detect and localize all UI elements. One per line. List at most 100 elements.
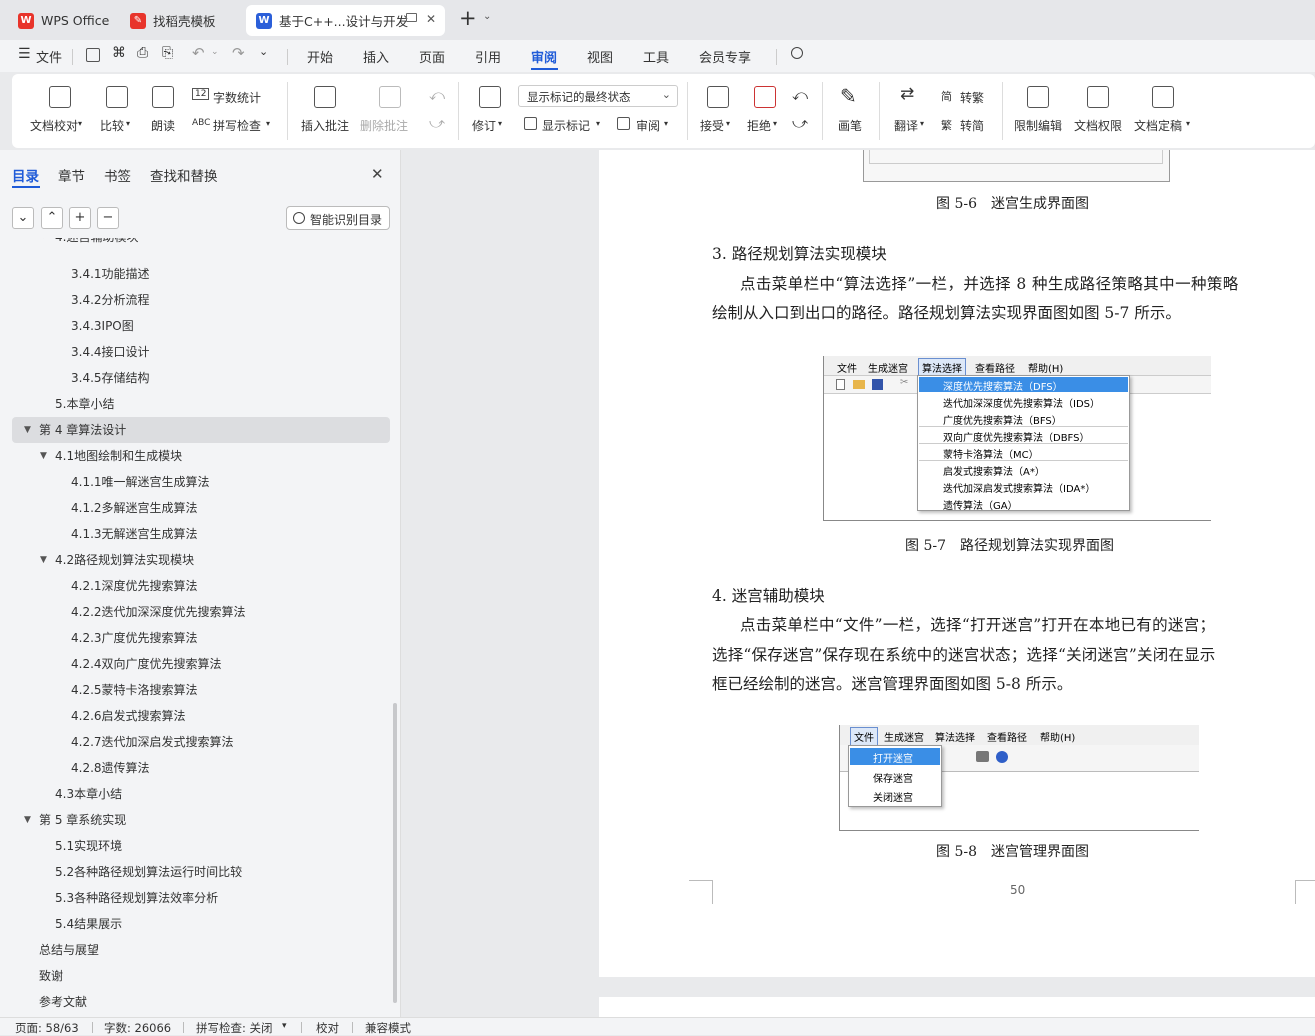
accept-button[interactable]: 接受 xyxy=(700,117,724,134)
toc-item[interactable]: 3.4.4接口设计 xyxy=(0,339,395,365)
doc-check-icon[interactable] xyxy=(49,86,71,108)
tab-docer-template[interactable]: ✎ 找稻壳模板 xyxy=(120,5,240,36)
reject-icon[interactable] xyxy=(754,86,776,108)
toc-item[interactable]: 总结与展望 xyxy=(0,937,395,963)
revise-icon[interactable] xyxy=(479,86,501,108)
status-proofread[interactable]: 校对 xyxy=(316,1020,339,1036)
prev-change-icon[interactable]: ⤺ xyxy=(792,86,808,104)
to-traditional-button[interactable]: 转繁 xyxy=(960,89,984,106)
menu-page[interactable]: 页面 xyxy=(419,47,445,66)
expand-down-button[interactable]: ⌄ xyxy=(12,207,34,229)
chevron-down-icon[interactable]: ▾ xyxy=(282,1021,287,1031)
pen-icon[interactable]: ✎ xyxy=(840,84,857,108)
reject-button[interactable]: 拒绝 xyxy=(747,117,771,134)
chevron-down-icon[interactable]: ⌄ xyxy=(211,47,219,57)
toc-item[interactable]: 致谢 xyxy=(0,963,395,989)
to-simplified-button[interactable]: 转简 xyxy=(960,117,984,134)
toc-item[interactable]: 4.2.6启发式搜索算法 xyxy=(0,703,395,729)
add-level-button[interactable]: + xyxy=(69,207,91,229)
status-spell-check[interactable]: 拼写检查: 关闭 xyxy=(196,1020,273,1036)
tab-toc[interactable]: 目录 xyxy=(12,165,39,185)
toc-item-partial[interactable]: ▼ 4.迷宫辅助模块 xyxy=(0,238,395,249)
doc-check-button[interactable]: 文档校对 xyxy=(30,117,78,134)
menu-vip[interactable]: 会员专享 xyxy=(699,47,751,66)
toc-item[interactable]: 5.1实现环境 xyxy=(0,833,395,859)
next-comment-icon[interactable]: ⤻ xyxy=(429,114,445,132)
toc-item[interactable]: ▼ 4.1地图绘制和生成模块 xyxy=(0,443,395,469)
spell-check-button[interactable]: 拼写检查 xyxy=(213,117,261,134)
expand-triangle-icon[interactable]: ▼ xyxy=(24,807,31,833)
delete-comment-icon[interactable] xyxy=(379,86,401,108)
toc-item[interactable]: 3.4.3IPO图 xyxy=(0,313,395,339)
toc-item[interactable]: 4.1.3无解迷宫生成算法 xyxy=(0,521,395,547)
translate-button[interactable]: 翻译 xyxy=(894,117,918,134)
menu-review[interactable]: 审阅 xyxy=(531,47,557,66)
tab-wps-office[interactable]: W WPS Office xyxy=(8,5,118,36)
toc-item[interactable]: 3.4.1功能描述 xyxy=(0,261,395,287)
menu-insert[interactable]: 插入 xyxy=(363,47,389,66)
word-count-button[interactable]: 字数统计 xyxy=(213,89,261,106)
print-preview-icon[interactable]: ⎘ xyxy=(162,45,173,61)
toc-item[interactable]: 4.2.8遗传算法 xyxy=(0,755,395,781)
delete-comment-button[interactable]: 删除批注 xyxy=(360,117,408,134)
status-word-count[interactable]: 字数: 26066 xyxy=(104,1020,171,1036)
save-icon[interactable] xyxy=(86,48,100,62)
tab-chapters[interactable]: 章节 xyxy=(58,165,85,185)
toc-item[interactable]: 4.1.2多解迷宫生成算法 xyxy=(0,495,395,521)
prev-comment-icon[interactable]: ⤺ xyxy=(429,86,445,104)
toc-item[interactable]: 3.4.5存储结构 xyxy=(0,365,395,391)
revise-button[interactable]: 修订 xyxy=(472,117,496,134)
doc-permission-button[interactable]: 文档权限 xyxy=(1074,117,1122,134)
toc-scrollbar[interactable] xyxy=(393,703,397,1003)
menu-file[interactable]: 文件 xyxy=(36,47,62,66)
toc-item[interactable]: ▼ 第 4 章算法设计 xyxy=(12,417,390,443)
print-icon[interactable]: ⎙ xyxy=(137,45,148,61)
show-markup-button[interactable]: 显示标记 xyxy=(542,117,590,134)
toc-item[interactable]: 4.2.7迭代加深启发式搜索算法 xyxy=(0,729,395,755)
toc-item[interactable]: 4.1.1唯一解迷宫生成算法 xyxy=(0,469,395,495)
undo-icon[interactable]: ↶ xyxy=(192,44,205,62)
read-aloud-icon[interactable] xyxy=(152,86,174,108)
toc-item[interactable]: 5.本章小结 xyxy=(0,391,395,417)
menu-tools[interactable]: 工具 xyxy=(643,47,669,66)
expand-triangle-icon[interactable]: ▼ xyxy=(24,417,31,443)
doc-finalize-button[interactable]: 文档定稿 xyxy=(1134,117,1182,134)
markup-state-select[interactable]: 显示标记的最终状态 ⌄ xyxy=(518,85,678,107)
toc-item[interactable]: 5.3各种路径规划算法效率分析 xyxy=(0,885,395,911)
smart-toc-button[interactable]: 智能识别目录 xyxy=(286,206,390,230)
next-change-icon[interactable]: ⤻ xyxy=(792,114,808,132)
toc-item[interactable]: 4.2.1深度优先搜索算法 xyxy=(0,573,395,599)
hamburger-icon[interactable]: ☰ xyxy=(18,46,31,62)
toc-item[interactable]: 4.2.3广度优先搜索算法 xyxy=(0,625,395,651)
new-tab-button[interactable]: + xyxy=(459,6,477,30)
menu-view[interactable]: 视图 xyxy=(587,47,613,66)
tab-document[interactable]: W 基于C++...设计与开发 ✕ xyxy=(246,5,445,36)
search-icon[interactable] xyxy=(791,47,803,59)
menu-home[interactable]: 开始 xyxy=(307,47,333,66)
toc-item[interactable]: 4.2.2迭代加深深度优先搜索算法 xyxy=(0,599,395,625)
toc-item[interactable]: ▼ 第 5 章系统实现 xyxy=(0,807,395,833)
toc-item[interactable]: 5.4结果展示 xyxy=(0,911,395,937)
accept-icon[interactable] xyxy=(707,86,729,108)
link-icon[interactable]: ⌘ xyxy=(112,45,126,61)
expand-triangle-icon[interactable]: ▼ xyxy=(40,443,47,469)
review-pane-button[interactable]: 审阅 xyxy=(636,117,660,134)
close-icon[interactable]: ✕ xyxy=(371,165,384,183)
remove-level-button[interactable]: − xyxy=(97,207,119,229)
chevron-down-icon[interactable]: ⌄ xyxy=(483,11,491,22)
read-aloud-button[interactable]: 朗读 xyxy=(151,117,175,134)
toc-item[interactable]: 参考文献 xyxy=(0,989,395,1015)
toc-item[interactable]: 4.2.5蒙特卡洛搜索算法 xyxy=(0,677,395,703)
collapse-up-button[interactable]: ⌃ xyxy=(41,207,63,229)
tab-find-replace[interactable]: 查找和替换 xyxy=(150,165,218,185)
restrict-edit-button[interactable]: 限制编辑 xyxy=(1014,117,1062,134)
more-chevron-icon[interactable]: ⌄ xyxy=(259,45,268,58)
permission-icon[interactable] xyxy=(1087,86,1109,108)
status-page[interactable]: 页面: 58/63 xyxy=(15,1020,79,1036)
insert-comment-button[interactable]: 插入批注 xyxy=(301,117,349,134)
restrict-edit-icon[interactable] xyxy=(1027,86,1049,108)
compare-button[interactable]: 比较 xyxy=(100,117,124,134)
translate-icon[interactable]: ⇄ xyxy=(900,84,914,104)
toc-item[interactable]: ▼ 4.2路径规划算法实现模块 xyxy=(0,547,395,573)
toc-item[interactable]: 5.2各种路径规划算法运行时间比较 xyxy=(0,859,395,885)
